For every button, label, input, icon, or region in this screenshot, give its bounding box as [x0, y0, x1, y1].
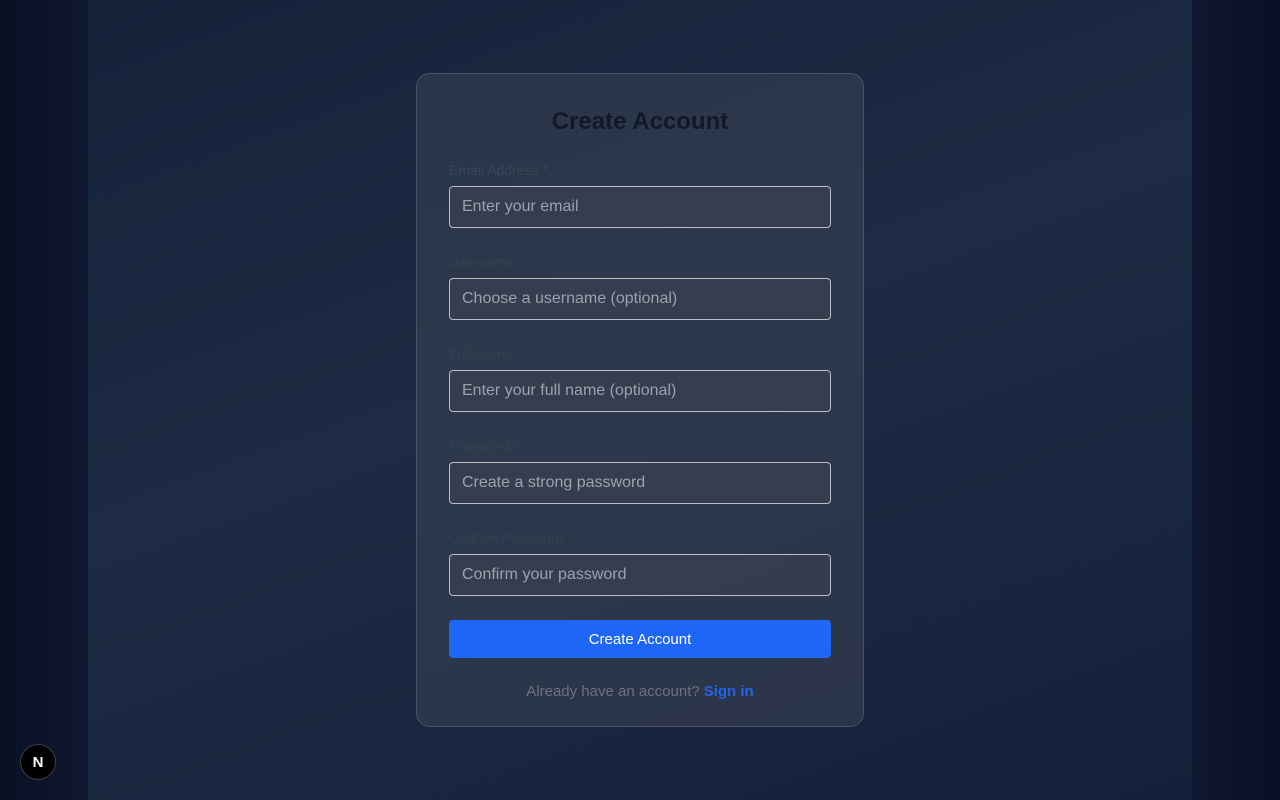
username-field-group: Username: [449, 252, 831, 320]
username-input[interactable]: [449, 278, 831, 320]
signup-card: Create Account Email Address * Username …: [416, 73, 864, 727]
form-title: Create Account: [551, 108, 729, 135]
password-field-group: Password *: [449, 436, 831, 504]
signin-prompt: Already have an account? Sign in: [449, 682, 831, 702]
password-label: Password *: [449, 438, 520, 454]
confirm-password-field-group: Confirm Password *: [449, 528, 831, 596]
sign-in-link[interactable]: Sign in: [704, 683, 754, 700]
signin-prompt-text: Already have an account?: [526, 683, 700, 700]
fullname-label: Full Name: [449, 346, 513, 362]
fullname-field-group: Full Name: [449, 344, 831, 412]
email-label: Email Address *: [449, 162, 548, 178]
create-account-button[interactable]: Create Account: [449, 620, 831, 658]
email-input[interactable]: [449, 186, 831, 228]
username-label: Username: [449, 254, 514, 270]
email-field-group: Email Address *: [449, 160, 831, 228]
password-input[interactable]: [449, 462, 831, 504]
confirm-password-input[interactable]: [449, 554, 831, 596]
confirm-password-label: Confirm Password *: [449, 530, 573, 546]
badge-letter: N: [32, 753, 44, 771]
nextjs-logo-icon[interactable]: N: [20, 744, 56, 780]
fullname-input[interactable]: [449, 370, 831, 412]
